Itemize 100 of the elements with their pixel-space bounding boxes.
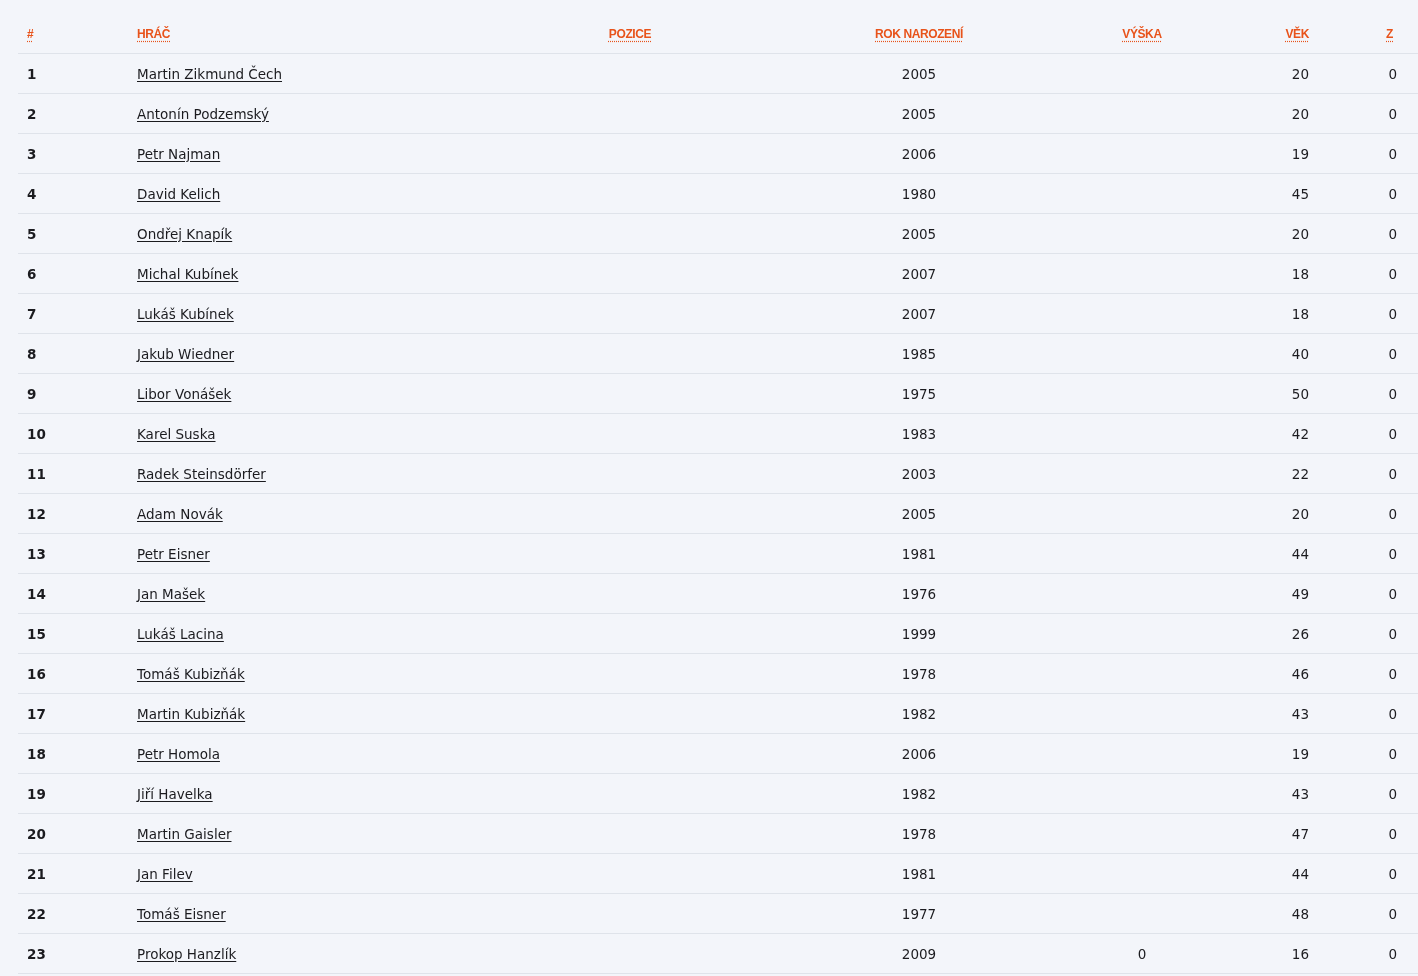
z-cell: 0	[1388, 745, 1397, 762]
row-number: 18	[27, 745, 46, 762]
row-number: 6	[27, 265, 37, 282]
birth-year-cell: 1976	[901, 585, 937, 602]
row-number: 13	[27, 545, 46, 562]
birth-year-cell: 1978	[901, 665, 937, 682]
z-cell: 0	[1388, 705, 1397, 722]
row-number: 23	[27, 945, 46, 962]
age-cell: 20	[1291, 105, 1309, 122]
age-cell: 44	[1291, 545, 1309, 562]
age-cell: 20	[1291, 505, 1309, 522]
player-link[interactable]: Lukáš Lacina	[137, 625, 224, 642]
z-cell: 0	[1388, 625, 1397, 642]
player-link[interactable]: Martin Kubizňák	[137, 705, 246, 722]
row-number: 15	[27, 625, 46, 642]
age-cell: 19	[1291, 145, 1309, 162]
birth-year-cell: 1977	[901, 905, 937, 922]
z-cell: 0	[1388, 945, 1397, 962]
age-cell: 20	[1291, 65, 1309, 82]
age-cell: 20	[1291, 225, 1309, 242]
player-link[interactable]: Tomáš Eisner	[137, 905, 226, 922]
player-link[interactable]: Libor Vonášek	[137, 385, 232, 402]
z-cell: 0	[1388, 65, 1397, 82]
age-cell: 50	[1291, 385, 1309, 402]
age-cell: 22	[1291, 465, 1309, 482]
birth-year-cell: 2006	[901, 145, 937, 162]
player-link[interactable]: Antonín Podzemský	[137, 105, 269, 122]
player-link[interactable]: David Kelich	[137, 185, 221, 202]
player-link[interactable]: Ondřej Knapík	[137, 225, 233, 242]
player-link[interactable]: Jan Filev	[137, 865, 193, 882]
birth-year-cell: 1982	[901, 785, 937, 802]
column-header: VĚK	[1285, 26, 1309, 41]
player-link[interactable]: Jan Mašek	[137, 585, 206, 602]
player-link[interactable]: Michal Kubínek	[137, 265, 239, 282]
row-number: 2	[27, 105, 37, 122]
player-link[interactable]: Prokop Hanzlík	[137, 945, 237, 962]
birth-year-cell: 1980	[901, 185, 937, 202]
player-link[interactable]: Tomáš Kubizňák	[137, 665, 245, 682]
z-cell: 0	[1388, 105, 1397, 122]
birth-year-cell: 1975	[901, 385, 937, 402]
row-number: 19	[27, 785, 46, 802]
age-cell: 16	[1291, 945, 1309, 962]
age-cell: 49	[1291, 585, 1309, 602]
player-link[interactable]: Martin Gaisler	[137, 825, 232, 842]
birth-year-cell: 2005	[901, 65, 937, 82]
birth-year-cell: 2006	[901, 745, 937, 762]
z-cell: 0	[1388, 465, 1397, 482]
row-number: 4	[27, 185, 37, 202]
birth-year-cell: 1985	[901, 345, 937, 362]
player-link[interactable]: Karel Suska	[137, 425, 216, 442]
z-cell: 0	[1388, 545, 1397, 562]
player-link[interactable]: Lukáš Kubínek	[137, 305, 234, 322]
age-cell: 43	[1291, 785, 1309, 802]
age-cell: 18	[1291, 265, 1309, 282]
birth-year-cell: 1982	[901, 705, 937, 722]
z-cell: 0	[1388, 585, 1397, 602]
row-number: 10	[27, 425, 46, 442]
age-cell: 48	[1291, 905, 1309, 922]
z-cell: 0	[1388, 505, 1397, 522]
age-cell: 46	[1291, 665, 1309, 682]
z-cell: 0	[1388, 425, 1397, 442]
player-link[interactable]: Petr Eisner	[137, 545, 210, 562]
birth-year-cell: 1983	[901, 425, 937, 442]
column-header: Z	[1386, 26, 1393, 41]
row-number: 3	[27, 145, 37, 162]
birth-year-cell: 1981	[901, 545, 937, 562]
age-cell: 47	[1291, 825, 1309, 842]
row-number: 5	[27, 225, 37, 242]
player-link[interactable]: Jiří Havelka	[137, 785, 213, 802]
z-cell: 0	[1388, 865, 1397, 882]
player-link[interactable]: Petr Najman	[137, 145, 221, 162]
z-cell: 0	[1388, 305, 1397, 322]
birth-year-cell: 2005	[901, 105, 937, 122]
player-link[interactable]: Petr Homola	[137, 745, 220, 762]
row-number: 12	[27, 505, 46, 522]
z-cell: 0	[1388, 185, 1397, 202]
player-link[interactable]: Jakub Wiedner	[137, 345, 235, 362]
column-header: #	[27, 26, 34, 41]
column-header: POZICE	[608, 26, 652, 41]
birth-year-cell: 2007	[901, 265, 937, 282]
birth-year-cell: 1978	[901, 825, 937, 842]
z-cell: 0	[1388, 345, 1397, 362]
player-link[interactable]: Radek Steinsdörfer	[137, 465, 266, 482]
birth-year-cell: 1999	[901, 625, 937, 642]
column-header: HRÁČ	[137, 26, 171, 41]
birth-year-cell: 1981	[901, 865, 937, 882]
player-link[interactable]: Martin Zikmund Čech	[137, 65, 282, 82]
row-number: 22	[27, 905, 46, 922]
row-number: 9	[27, 385, 37, 402]
height-cell: 0	[1137, 945, 1147, 962]
row-number: 1	[27, 65, 37, 82]
age-cell: 26	[1291, 625, 1309, 642]
row-number: 20	[27, 825, 46, 842]
age-cell: 44	[1291, 865, 1309, 882]
z-cell: 0	[1388, 665, 1397, 682]
row-number: 17	[27, 705, 46, 722]
z-cell: 0	[1388, 145, 1397, 162]
player-link[interactable]: Adam Novák	[137, 505, 223, 522]
z-cell: 0	[1388, 785, 1397, 802]
row-number: 7	[27, 305, 37, 322]
